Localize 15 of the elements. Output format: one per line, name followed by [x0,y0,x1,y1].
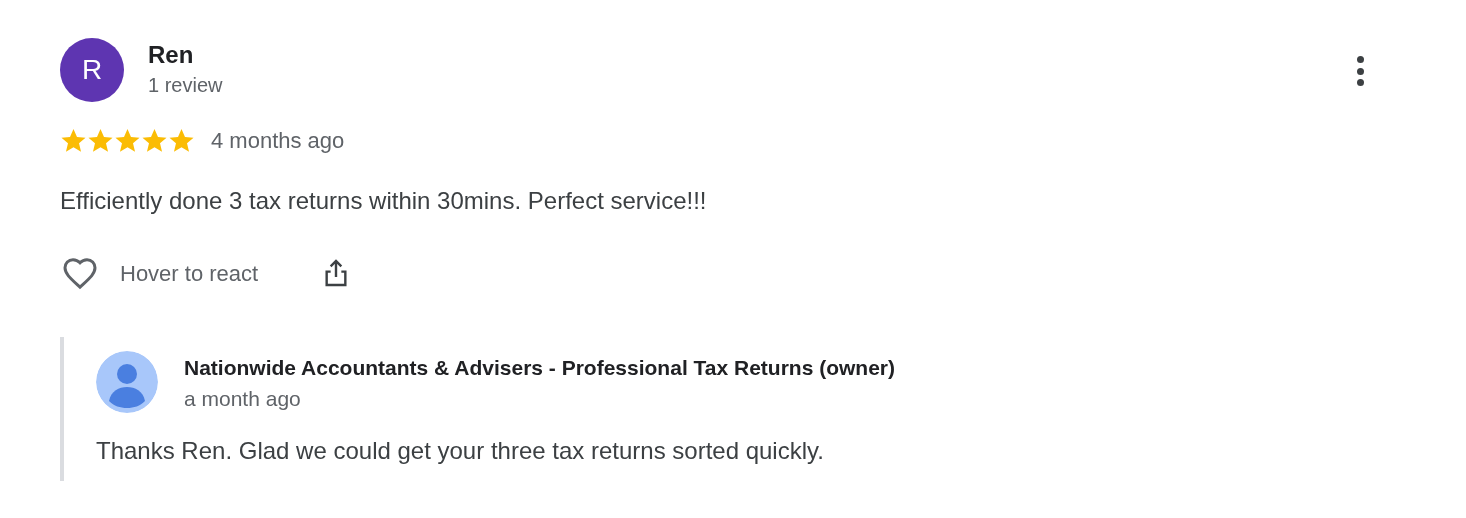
reviewer-name[interactable]: Ren [148,40,223,70]
owner-avatar[interactable] [96,351,158,413]
reply-text: Thanks Ren. Glad we could get your three tax returns sorted quickly. [96,436,825,466]
star-icon [87,127,114,154]
review-count: 1 review [148,73,223,98]
star-icon [141,127,168,154]
star-icon [114,127,141,154]
reply-time: a month ago [184,386,302,412]
user-avatar[interactable]: R [60,38,124,102]
star-icon [60,127,87,154]
react-label[interactable]: Hover to react [120,256,259,290]
review-text: Efficiently done 3 tax returns within 30mins. Perfect service!!! [60,186,708,216]
owner-name[interactable]: Nationwide Accountants & Advisers - Professional Tax Returns (owner) [184,353,896,383]
review-time: 4 months ago [211,127,345,155]
star-icon [168,127,195,154]
